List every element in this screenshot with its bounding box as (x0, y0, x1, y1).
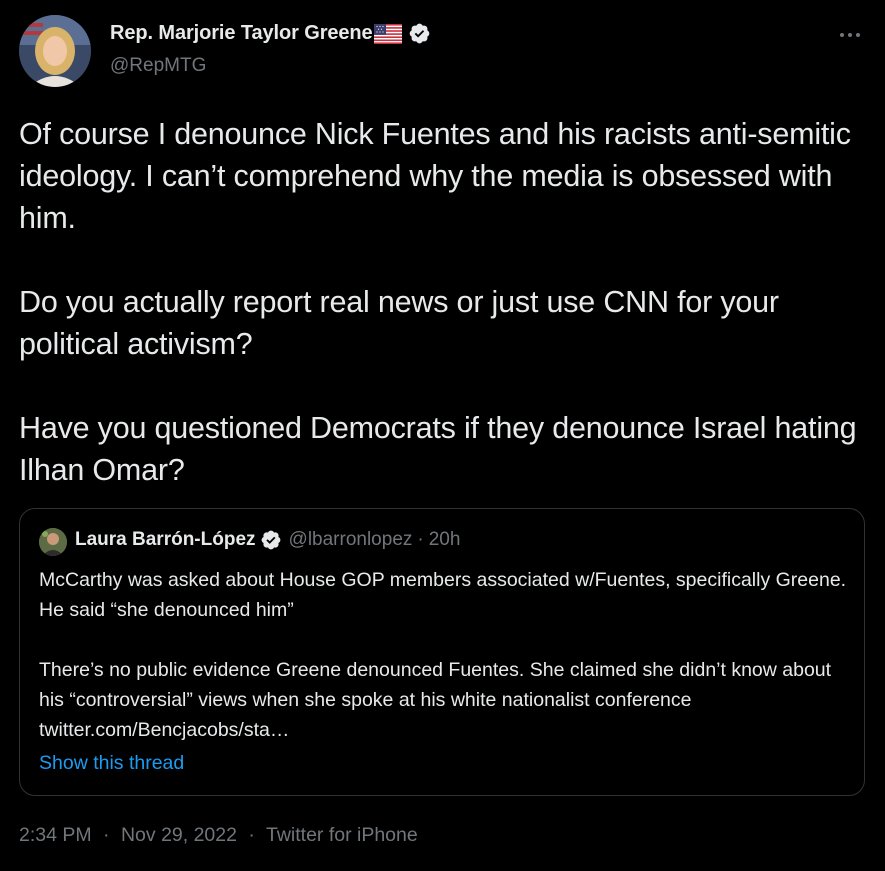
tweet-time[interactable]: 2:34 PM (19, 824, 92, 846)
more-options-icon (840, 33, 860, 37)
tweet-paragraph: Of course I denounce Nick Fuentes and hi… (19, 117, 851, 235)
quote-author-name[interactable]: Laura Barrón-López (75, 529, 256, 551)
quote-author-avatar-image (39, 528, 67, 556)
quote-paragraph: McCarthy was asked about House GOP membe… (39, 569, 847, 621)
quote-author-avatar[interactable] (39, 528, 67, 556)
quote-paragraph: There’s no public evidence Greene denoun… (39, 659, 832, 741)
tweet-date[interactable]: Nov 29, 2022 (121, 824, 237, 846)
meta-separator: · (103, 824, 110, 846)
author-display-name[interactable]: Rep. Marjorie Taylor Greene (110, 22, 373, 45)
tweet-meta: 2:34 PM · Nov 29, 2022 · Twitter for iPh… (19, 824, 418, 847)
author-handle[interactable]: @RepMTG (110, 55, 206, 77)
tweet-paragraph: Have you questioned Democrats if they de… (19, 411, 857, 487)
meta-separator: · (248, 824, 255, 846)
quote-header: Laura Barrón-López @lbarronlopez · 20h (75, 529, 460, 551)
tweet-paragraph: Do you actually report real news or just… (19, 285, 779, 361)
author-name-row[interactable]: Rep. Marjorie Taylor Greene (110, 22, 431, 45)
verified-badge-icon (260, 529, 282, 551)
quote-separator: · (417, 529, 424, 550)
more-options-button[interactable] (835, 20, 865, 50)
quote-author-handle[interactable]: @lbarronlopez (289, 529, 413, 551)
tweet-text: Of course I denounce Nick Fuentes and hi… (19, 113, 864, 491)
quote-timestamp[interactable]: 20h (429, 529, 461, 551)
tweet-source[interactable]: Twitter for iPhone (266, 824, 418, 846)
tweet-container: Rep. Marjorie Taylor Greene @RepMTG Of c… (0, 0, 885, 871)
author-avatar-image (19, 15, 91, 87)
quoted-tweet-card[interactable]: Laura Barrón-López @lbarronlopez · 20h M… (19, 508, 865, 796)
verified-badge-icon (408, 22, 431, 45)
author-avatar[interactable] (19, 15, 91, 87)
quote-text: McCarthy was asked about House GOP membe… (39, 565, 849, 745)
show-thread-link[interactable]: Show this thread (39, 752, 184, 775)
us-flag-icon (373, 23, 402, 44)
